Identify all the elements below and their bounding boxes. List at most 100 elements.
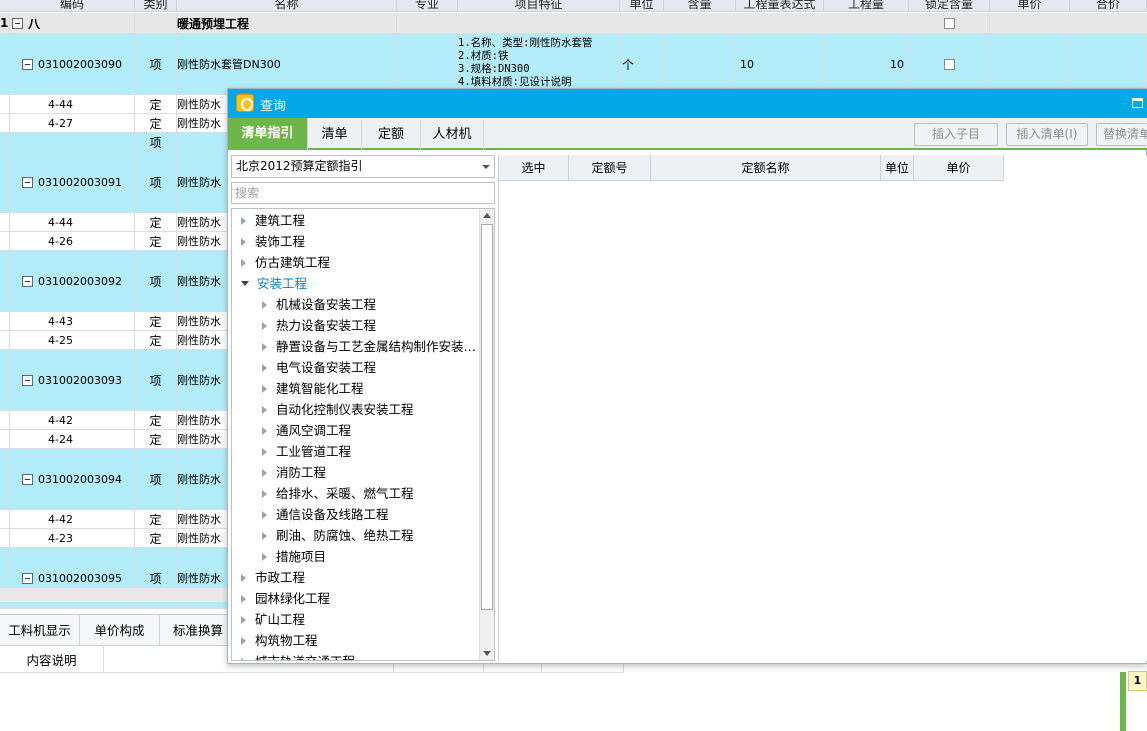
- tree-node[interactable]: 矿山工程: [232, 609, 305, 630]
- collapsed-arrow-icon[interactable]: [241, 237, 246, 246]
- tree-node-label: 电气设备安装工程: [276, 360, 377, 375]
- code-cell: 4-23: [10, 529, 135, 547]
- collapsed-arrow-icon[interactable]: [262, 447, 267, 456]
- tree-node[interactable]: 仿古建筑工程: [232, 252, 330, 273]
- search-input[interactable]: [231, 182, 495, 204]
- tree-node[interactable]: 构筑物工程: [232, 630, 318, 651]
- tree-node[interactable]: 给排水、采暖、燃气工程: [232, 483, 414, 504]
- result-col-price[interactable]: 单价: [914, 155, 1004, 181]
- tab-price-composition[interactable]: 单价构成: [80, 615, 160, 646]
- tree-node[interactable]: 静置设备与工艺金属结构制作安装…: [232, 336, 476, 357]
- collapse-icon[interactable]: [22, 58, 33, 70]
- tree-node[interactable]: 热力设备安装工程: [232, 315, 376, 336]
- collapse-icon[interactable]: [22, 473, 33, 485]
- replace-bill-button[interactable]: 替换清单: [1096, 123, 1147, 146]
- collapsed-arrow-icon[interactable]: [262, 531, 267, 540]
- collapsed-arrow-icon[interactable]: [262, 426, 267, 435]
- collapsed-arrow-icon[interactable]: [262, 468, 267, 477]
- header-unit[interactable]: 单位: [620, 0, 664, 12]
- header-lock-content[interactable]: 锁定含量: [909, 0, 990, 12]
- collapse-icon[interactable]: [22, 374, 33, 386]
- tree-node[interactable]: 机械设备安装工程: [232, 294, 376, 315]
- collapsed-arrow-icon[interactable]: [241, 594, 246, 603]
- result-col-unit[interactable]: 单位: [881, 155, 914, 181]
- tab-labor-material-machine[interactable]: 人材机: [421, 120, 484, 150]
- lock-checkbox[interactable]: [943, 17, 955, 29]
- tree-node[interactable]: 装饰工程: [232, 231, 305, 252]
- tree-node[interactable]: 电气设备安装工程: [232, 357, 376, 378]
- collapse-icon[interactable]: [22, 176, 33, 188]
- collapsed-arrow-icon[interactable]: [241, 573, 246, 582]
- tree-node[interactable]: 通风空调工程: [232, 420, 351, 441]
- collapsed-arrow-icon[interactable]: [262, 510, 267, 519]
- collapsed-arrow-icon[interactable]: [262, 300, 267, 309]
- tree-node[interactable]: 措施项目: [232, 546, 326, 567]
- header-name[interactable]: 名称: [177, 0, 397, 12]
- header-content[interactable]: 含量: [664, 0, 736, 12]
- page-number-badge[interactable]: 1: [1128, 671, 1147, 691]
- dialog-titlebar[interactable]: 查询: [228, 89, 1147, 118]
- collapsed-arrow-icon[interactable]: [262, 342, 267, 351]
- scroll-thumb[interactable]: [481, 224, 493, 610]
- tree-node[interactable]: 刷油、防腐蚀、绝热工程: [232, 525, 414, 546]
- header-unit-price[interactable]: 单价: [990, 0, 1070, 12]
- collapsed-arrow-icon[interactable]: [262, 363, 267, 372]
- table-row[interactable]: 031002003090 项 刚性防水套管DN300 1.名称、类型:刚性防水套…: [0, 34, 1147, 95]
- result-col-select[interactable]: 选中: [499, 155, 569, 181]
- tree-node[interactable]: 建筑智能化工程: [232, 378, 364, 399]
- collapsed-arrow-icon[interactable]: [241, 615, 246, 624]
- tree-node-label: 园林绿化工程: [255, 591, 331, 606]
- collapse-icon[interactable]: [22, 572, 33, 584]
- result-col-quota-no[interactable]: 定额号: [569, 155, 651, 181]
- tree-node[interactable]: 市政工程: [232, 567, 305, 588]
- tab-standard-conversion[interactable]: 标准换算: [160, 615, 236, 646]
- header-type[interactable]: 类别: [135, 0, 177, 12]
- side-scroll-strip[interactable]: [1120, 672, 1126, 731]
- row-index: [0, 529, 10, 547]
- header-qty[interactable]: 工程量: [824, 0, 909, 12]
- lock-checkbox[interactable]: [943, 58, 955, 70]
- collapsed-arrow-icon[interactable]: [241, 258, 246, 267]
- collapsed-arrow-icon[interactable]: [262, 405, 267, 414]
- collapsed-arrow-icon[interactable]: [241, 636, 246, 645]
- header-code[interactable]: 编码: [10, 0, 135, 12]
- header-specialty[interactable]: 专业: [397, 0, 458, 12]
- tab-bill-guide[interactable]: 清单指引: [228, 118, 308, 150]
- result-col-quota-name[interactable]: 定额名称: [651, 155, 881, 181]
- library-dropdown[interactable]: 北京2012预算定额指引: [231, 155, 495, 178]
- scroll-down-icon[interactable]: [483, 651, 491, 656]
- maximize-icon[interactable]: [1132, 98, 1143, 108]
- tree-node-label: 给排水、采暖、燃气工程: [276, 486, 414, 501]
- tree-node[interactable]: 通信设备及线路工程: [232, 504, 389, 525]
- tree-node[interactable]: 自动化控制仪表安装工程: [232, 399, 414, 420]
- header-features[interactable]: 项目特征: [458, 0, 620, 12]
- tree-node-label: 静置设备与工艺金属结构制作安装…: [276, 339, 477, 354]
- insert-subitem-button[interactable]: 插入子目: [914, 123, 998, 146]
- header-qty-expression[interactable]: 工程量表达式: [736, 0, 824, 12]
- collapsed-arrow-icon[interactable]: [262, 321, 267, 330]
- collapsed-arrow-icon[interactable]: [262, 384, 267, 393]
- tree-node[interactable]: 园林绿化工程: [232, 588, 330, 609]
- tab-material-display[interactable]: 工料机显示: [0, 615, 80, 646]
- insert-bill-button[interactable]: 插入清单(I): [1006, 123, 1088, 146]
- collapsed-arrow-icon[interactable]: [262, 552, 267, 561]
- tab-bill[interactable]: 清单: [308, 120, 362, 150]
- collapse-icon[interactable]: [22, 275, 33, 287]
- tree-node[interactable]: 城市轨道交通工程: [232, 651, 355, 660]
- section-lock-cell: [909, 13, 990, 33]
- collapse-icon[interactable]: [12, 17, 23, 29]
- header-total-price[interactable]: 合价: [1070, 0, 1147, 12]
- horizontal-scrollbar[interactable]: [0, 588, 236, 602]
- collapsed-arrow-icon[interactable]: [241, 216, 246, 225]
- collapsed-arrow-icon[interactable]: [262, 489, 267, 498]
- tab-quota[interactable]: 定额: [362, 120, 421, 150]
- tree-node[interactable]: 消防工程: [232, 462, 326, 483]
- tree-vertical-scrollbar[interactable]: [479, 209, 494, 660]
- tree-node[interactable]: 建筑工程: [232, 210, 305, 231]
- collapsed-arrow-icon[interactable]: [241, 657, 246, 660]
- section-row[interactable]: 1 八 暖通预埋工程: [0, 13, 1147, 34]
- scroll-up-icon[interactable]: [483, 213, 491, 218]
- tree-node[interactable]: 安装工程: [232, 273, 307, 294]
- tree-node[interactable]: 工业管道工程: [232, 441, 351, 462]
- expanded-arrow-icon[interactable]: [241, 281, 249, 286]
